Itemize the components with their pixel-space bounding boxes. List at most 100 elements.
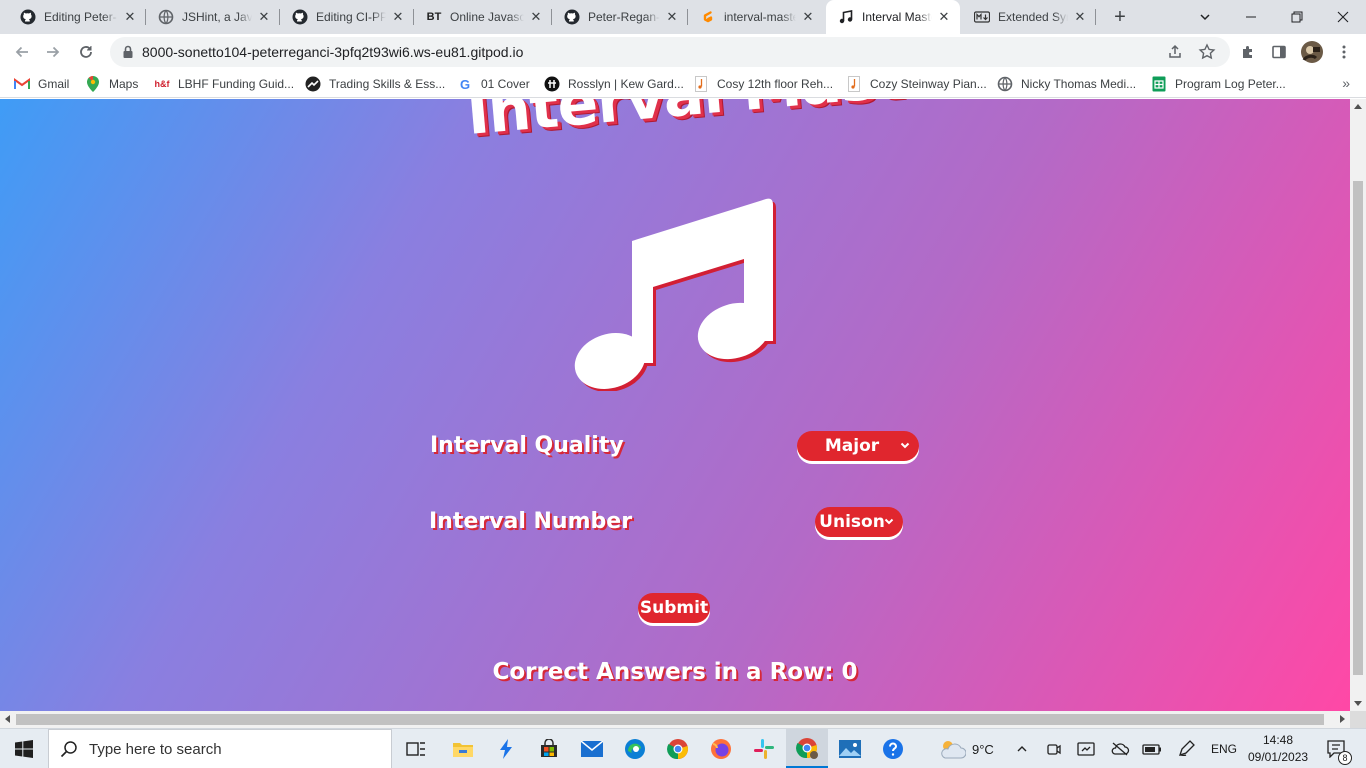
profile-avatar[interactable] — [1298, 38, 1326, 66]
minimize-button[interactable] — [1228, 0, 1274, 34]
maps-icon — [85, 76, 101, 92]
tab-3[interactable]: BT Online Javasc ✕ — [414, 0, 552, 34]
submit-button[interactable]: Submit — [638, 593, 710, 623]
tab-6-active[interactable]: Interval Maste ✕ — [826, 0, 960, 34]
taskbar-slack[interactable] — [743, 729, 785, 768]
gitpod-icon — [700, 9, 716, 25]
url-text[interactable]: 8000-sonetto104-peterreganci-3pfq2t93wi6… — [142, 44, 523, 60]
share-icon[interactable] — [1166, 43, 1184, 61]
taskbar-file-explorer[interactable] — [442, 729, 484, 768]
close-window-button[interactable] — [1320, 0, 1366, 34]
music-note-icon — [846, 76, 862, 92]
cloud-off-icon — [1111, 742, 1130, 756]
weather-widget[interactable]: 9°C — [938, 729, 994, 768]
scroll-down-arrow-icon[interactable] — [1354, 701, 1362, 706]
tab-1[interactable]: JSHint, a JavaS ✕ — [146, 0, 280, 34]
scroll-up-arrow-icon[interactable] — [1354, 104, 1362, 109]
bookmark-trading[interactable]: Trading Skills & Ess... — [305, 75, 445, 93]
reload-button[interactable] — [72, 38, 100, 66]
bookmarks-overflow-button[interactable]: » — [1342, 75, 1350, 91]
close-tab-icon[interactable]: ✕ — [528, 9, 544, 25]
taskbar-photos[interactable] — [829, 729, 871, 768]
close-tab-icon[interactable]: ✕ — [800, 9, 816, 25]
notification-badge: 8 — [1338, 751, 1352, 765]
interval-quality-value: Major — [824, 436, 880, 456]
tab-label: Editing CI-PP — [316, 10, 386, 24]
horizontal-scroll-thumb[interactable] — [16, 714, 1324, 725]
arrow-left-icon — [15, 46, 28, 58]
bookmark-nicky-thomas[interactable]: Nicky Thomas Medi... — [997, 75, 1136, 93]
close-tab-icon[interactable]: ✕ — [1072, 9, 1088, 25]
taskbar-chrome-active[interactable] — [786, 729, 828, 768]
bookmark-star-icon[interactable] — [1198, 43, 1216, 61]
scroll-right-arrow-icon[interactable] — [1340, 715, 1345, 723]
taskbar-edge[interactable] — [614, 729, 656, 768]
taskbar-firefox[interactable] — [700, 729, 742, 768]
rosslyn-icon — [544, 76, 560, 92]
restore-button[interactable] — [1274, 0, 1320, 34]
tab-5[interactable]: interval-maste ✕ — [688, 0, 824, 34]
bookmark-maps[interactable]: Maps — [85, 75, 138, 93]
tray-meet-now[interactable] — [1046, 729, 1062, 768]
chrome-menu-button[interactable] — [1330, 38, 1358, 66]
bookmark-cozy-steinway[interactable]: Cozy Steinway Pian... — [846, 75, 987, 93]
tab-0[interactable]: Editing Peter- ✕ — [8, 0, 146, 34]
bookmark-lbhf[interactable]: h&f LBHF Funding Guid... — [154, 75, 295, 93]
taskbar-chrome[interactable] — [657, 729, 699, 768]
show-hidden-icons-button[interactable] — [1016, 729, 1030, 768]
close-tab-icon[interactable]: ✕ — [390, 9, 406, 25]
music-note-icon — [574, 198, 776, 391]
taskbar-vscode-bolt[interactable] — [485, 729, 527, 768]
bookmark-cosy-12th-floor[interactable]: Cosy 12th floor Reh... — [693, 75, 833, 93]
tab-4[interactable]: Peter-Regan- ✕ — [552, 0, 688, 34]
tab-2[interactable]: Editing CI-PP ✕ — [280, 0, 414, 34]
back-button[interactable] — [8, 38, 36, 66]
lock-icon — [123, 45, 133, 58]
address-bar[interactable]: 8000-sonetto104-peterreganci-3pfq2t93wi6… — [110, 37, 1230, 67]
avatar-icon — [1301, 41, 1323, 63]
help-icon — [883, 739, 903, 759]
bookmark-gmail[interactable]: Gmail — [14, 75, 69, 93]
taskbar-store[interactable] — [528, 729, 570, 768]
tray-pen[interactable] — [1177, 729, 1195, 768]
bookmark-program-log[interactable]: Program Log Peter... — [1151, 75, 1286, 93]
bookmark-rosslyn[interactable]: Rosslyn | Kew Gard... — [544, 75, 684, 93]
sheets-icon — [1151, 76, 1167, 92]
edge-icon — [625, 739, 645, 759]
tab-search-button[interactable] — [1182, 0, 1228, 34]
taskbar-help[interactable] — [872, 729, 914, 768]
scroll-left-arrow-icon[interactable] — [5, 715, 10, 723]
vertical-scroll-thumb[interactable] — [1353, 181, 1363, 675]
system-clock[interactable]: 14:48 09/01/2023 — [1248, 732, 1308, 766]
photos-icon — [839, 740, 861, 758]
interval-quality-select[interactable]: Major — [797, 431, 919, 461]
tray-onedrive[interactable] — [1077, 729, 1095, 768]
close-tab-icon[interactable]: ✕ — [936, 9, 952, 25]
start-button[interactable] — [0, 729, 48, 768]
taskbar-mail[interactable] — [571, 729, 613, 768]
extensions-button[interactable] — [1234, 38, 1262, 66]
tray-battery[interactable] — [1142, 729, 1162, 768]
tab-7[interactable]: Extended Syn ✕ — [962, 0, 1096, 34]
minimize-icon — [1246, 16, 1256, 18]
side-panel-button[interactable] — [1265, 38, 1293, 66]
tab-label: Extended Syn — [998, 10, 1068, 24]
github-icon — [20, 9, 36, 25]
interval-number-select[interactable]: Unison — [815, 507, 903, 537]
task-view-button[interactable] — [395, 729, 437, 768]
horizontal-scrollbar[interactable] — [0, 711, 1350, 728]
input-language[interactable]: ENG — [1211, 729, 1237, 768]
notification-center-button[interactable]: 8 — [1322, 729, 1352, 768]
forward-button[interactable] — [39, 38, 67, 66]
tab-label: interval-maste — [724, 10, 796, 24]
taskbar-search[interactable]: Type here to search — [48, 729, 392, 768]
github-icon — [292, 9, 308, 25]
bookmark-01-cover[interactable]: G 01 Cover — [457, 75, 530, 93]
vertical-scrollbar[interactable] — [1350, 99, 1366, 711]
new-tab-button[interactable]: + — [1108, 5, 1132, 29]
close-tab-icon[interactable]: ✕ — [122, 9, 138, 25]
tray-network[interactable] — [1110, 729, 1130, 768]
side-panel-icon — [1272, 45, 1286, 59]
close-tab-icon[interactable]: ✕ — [256, 9, 272, 25]
close-tab-icon[interactable]: ✕ — [664, 9, 680, 25]
